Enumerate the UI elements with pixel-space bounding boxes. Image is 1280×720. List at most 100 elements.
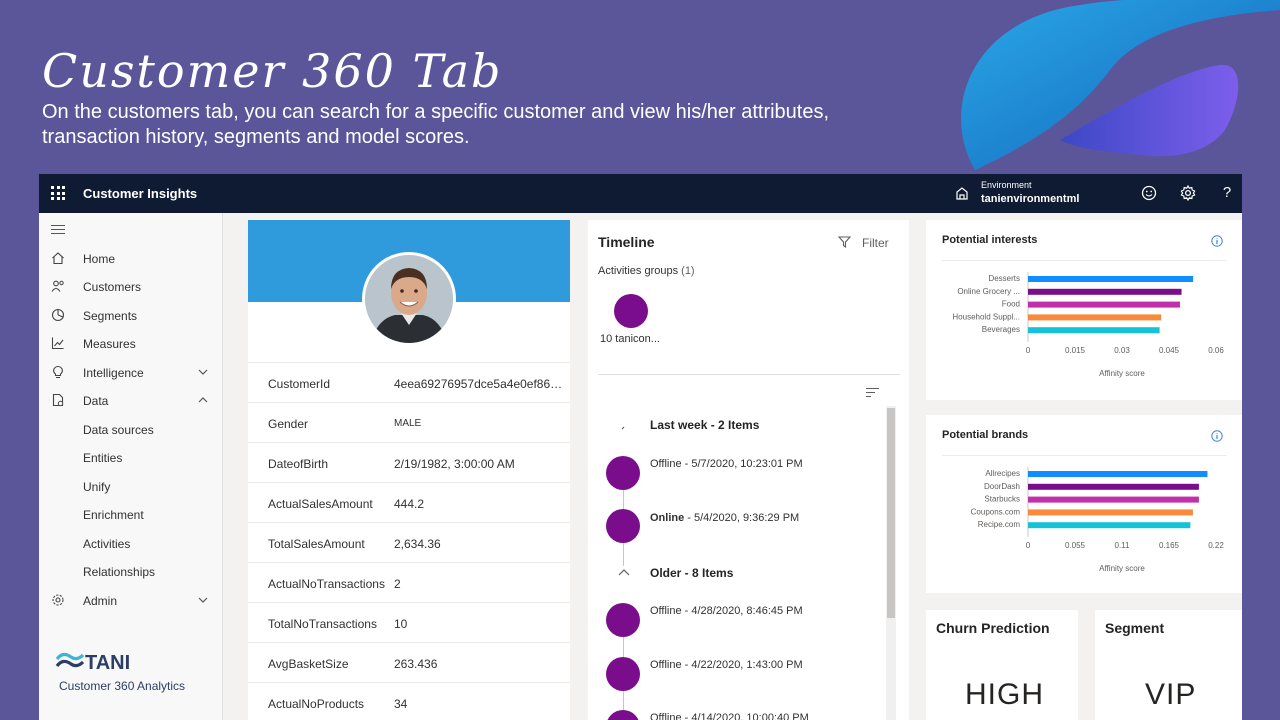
attribute-key: ActualSalesAmount [268, 497, 373, 511]
timeline-item-dot[interactable] [606, 710, 640, 720]
app-launcher-icon[interactable] [51, 186, 65, 200]
x-axis-label: Affinity score [1099, 564, 1145, 573]
feedback-smiley-icon[interactable] [1140, 184, 1158, 202]
attribute-key: TotalSalesAmount [268, 537, 365, 551]
sidebar-item-label: Activities [83, 537, 131, 551]
sidebar-item-entities[interactable]: Entities [39, 446, 223, 470]
attribute-value: 34 [394, 697, 408, 711]
help-icon[interactable]: ? [1218, 184, 1236, 202]
timeline-connector [623, 688, 624, 710]
info-icon[interactable] [1211, 430, 1223, 442]
timeline-section-header[interactable]: Older - 8 Items [650, 566, 733, 580]
filter-button[interactable]: Filter [838, 234, 898, 252]
attribute-key: TotalNoTransactions [268, 617, 377, 631]
sidebar-item-relationships[interactable]: Relationships [39, 560, 223, 584]
attribute-row-actualnotransactions: ActualNoTransactions 2 [248, 562, 570, 602]
attribute-row-gender: Gender MALE [248, 402, 570, 442]
timeline-item[interactable]: Online - 5/4/2020, 9:36:29 PM [650, 512, 799, 524]
timeline-item[interactable]: Offline - 4/28/2020, 8:46:45 PM [650, 605, 803, 617]
sidebar-item-unify[interactable]: Unify [39, 475, 223, 499]
potential-interests-chart: Desserts Online Grocery ... Food Household … [952, 272, 1224, 378]
sidebar-item-data-sources[interactable]: Data sources [39, 418, 223, 442]
sidebar-item-data[interactable]: Data [39, 389, 223, 413]
chevron-up-icon[interactable] [618, 567, 630, 579]
chevron-up-icon[interactable] [197, 394, 209, 406]
potential-brands-card: Potential brands Allrecipes DoorDash Starb… [926, 415, 1242, 593]
activity-type: Offline [650, 659, 682, 671]
timeline-item-dot[interactable] [606, 603, 640, 637]
chevron-down-icon[interactable] [197, 366, 209, 378]
sidebar-item-admin[interactable]: Admin [39, 589, 223, 613]
app-window: Customer Insights Environment tanienviro… [39, 174, 1242, 720]
bar [1028, 522, 1191, 529]
sidebar-item-enrichment[interactable]: Enrichment [39, 503, 223, 527]
filter-icon [838, 236, 851, 248]
x-tick-label: 0 [1026, 346, 1031, 355]
activity-type: Online [650, 512, 685, 524]
collapse-chevron-icon[interactable] [618, 420, 630, 432]
gear-icon [52, 594, 64, 606]
scrollbar-thumb[interactable] [887, 408, 895, 618]
menu-toggle-icon[interactable] [51, 225, 65, 235]
segment-value: VIP [1145, 678, 1197, 711]
timeline-item[interactable]: Offline - 4/14/2020, 10:00:40 PM [650, 712, 809, 720]
x-tick-label: 0 [1026, 541, 1031, 550]
top-bar: Customer Insights Environment tanienviro… [39, 174, 1242, 213]
card-title: Potential brands [942, 429, 1029, 441]
chevron-down-icon[interactable] [197, 594, 209, 606]
attribute-row-dateofbirth: DateofBirth 2/19/1982, 3:00:00 AM [248, 442, 570, 482]
brand-logo-text: TANI [85, 652, 130, 673]
attribute-key: ActualNoProducts [268, 697, 365, 711]
timeline-card: Timeline Filter Activities groups (1) 10… [588, 220, 909, 720]
customer-profile-card: CustomerId 4eea69276957dce5a4e0ef8646...… [248, 220, 570, 720]
attribute-value: 2/19/1982, 3:00:00 AM [394, 457, 515, 471]
activity-group-label[interactable]: 10 tanicon... [600, 333, 660, 345]
settings-gear-icon[interactable] [1179, 184, 1197, 202]
timeline-title: Timeline [598, 234, 655, 250]
x-tick-label: 0.165 [1159, 541, 1180, 550]
x-tick-label: 0.03 [1114, 346, 1130, 355]
sidebar-item-label: Entities [83, 451, 123, 465]
timeline-item-dot[interactable] [606, 509, 640, 543]
slide-title: Customer 360 Tab [42, 44, 503, 98]
timeline-item[interactable]: Offline - 4/22/2020, 1:43:00 PM [650, 659, 803, 671]
environment-selector[interactable]: tanienvironmentml [981, 193, 1079, 205]
card-title: Potential interests [942, 234, 1038, 246]
activity-date: - 4/28/2020, 8:46:45 PM [681, 605, 803, 617]
sidebar-item-home[interactable]: Home [39, 247, 223, 271]
sidebar-item-measures[interactable]: Measures [39, 332, 223, 356]
attribute-value: 263.436 [394, 657, 438, 671]
timeline-item-dot[interactable] [606, 657, 640, 691]
timeline-item-dot[interactable] [606, 456, 640, 490]
sidebar-item-label: Segments [83, 309, 138, 323]
sidebar-item-activities[interactable]: Activities [39, 532, 223, 556]
timeline-scrollbar[interactable] [886, 406, 896, 720]
activity-date: - 5/7/2020, 10:23:01 PM [681, 458, 803, 470]
info-icon[interactable] [1211, 235, 1223, 247]
category-label: Online Grocery ... [957, 287, 1020, 296]
x-tick-label: 0.22 [1208, 541, 1224, 550]
category-label: Allrecipes [985, 469, 1020, 478]
sidebar-item-label: Admin [83, 594, 118, 608]
activity-date: - 5/4/2020, 9:36:29 PM [684, 512, 800, 524]
groups-label-text: Activities groups [598, 265, 679, 277]
timeline-item[interactable]: Offline - 5/7/2020, 10:23:01 PM [650, 458, 803, 470]
timeline-section-header[interactable]: Last week - 2 Items [650, 418, 759, 432]
potential-brands-chart: Allrecipes DoorDash Starbucks Coupons.com Re… [971, 467, 1224, 573]
sidebar-item-intelligence[interactable]: Intelligence [39, 361, 223, 385]
attribute-value: MALE [394, 418, 422, 429]
sidebar-item-customers[interactable]: Customers [39, 275, 223, 299]
activity-group-dot[interactable] [614, 294, 648, 328]
attribute-key: Gender [268, 417, 309, 431]
sidebar-item-label: Intelligence [83, 366, 144, 380]
people-icon [51, 280, 64, 292]
sort-icon[interactable] [866, 388, 879, 397]
attribute-value: 2 [394, 577, 401, 591]
activity-type: Offline [650, 458, 682, 470]
attribute-row-customerid: CustomerId 4eea69276957dce5a4e0ef8646... [248, 362, 570, 402]
churn-prediction-card: Churn Prediction HIGH [926, 610, 1078, 720]
attribute-row-totalsalesamount: TotalSalesAmount 2,634.36 [248, 522, 570, 562]
environment-icon[interactable] [955, 186, 969, 200]
bar [1028, 509, 1193, 516]
sidebar-item-segments[interactable]: Segments [39, 304, 223, 328]
